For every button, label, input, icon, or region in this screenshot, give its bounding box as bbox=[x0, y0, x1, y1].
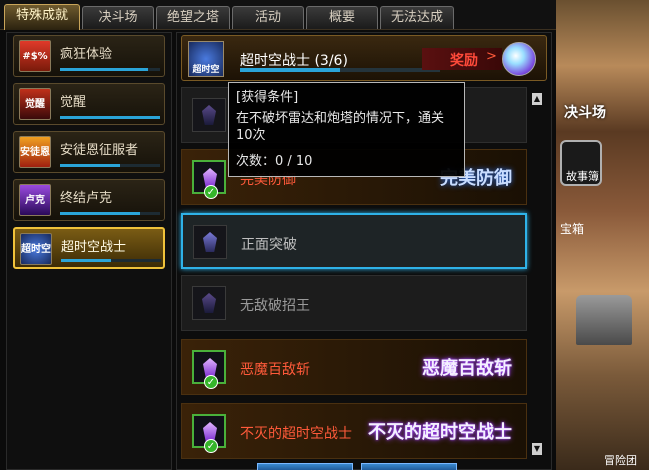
achievement-label: 正面突破 bbox=[241, 237, 297, 253]
tab-overview[interactable]: 概要 bbox=[306, 6, 378, 29]
achievement-group-header: 超时空 超时空战士 (3/6) 奖励 > bbox=[181, 35, 547, 81]
gem-icon bbox=[203, 232, 217, 252]
arena-sign[interactable]: 决斗场 bbox=[564, 102, 606, 122]
category-crazy-experience[interactable]: #$% 疯狂体验 bbox=[13, 35, 165, 77]
category-anton-conqueror[interactable]: 安徒恩 安徒恩征服者 bbox=[13, 131, 165, 173]
awakening-icon: 觉醒 bbox=[19, 88, 51, 120]
tab-events[interactable]: 活动 bbox=[232, 6, 304, 29]
achievement-tab-bar: 特殊成就 决斗场 绝望之塔 活动 概要 无法达成 bbox=[0, 0, 560, 30]
luke-icon: 卢克 bbox=[19, 184, 51, 216]
category-label: 安徒恩征服者 bbox=[60, 143, 139, 158]
achievement-label: 无敌破招王 bbox=[240, 298, 310, 314]
reward-label: 奖励 bbox=[450, 53, 478, 69]
crystal-icon: ✓ bbox=[192, 160, 226, 199]
time-warrior-icon: 超时空 bbox=[188, 41, 224, 77]
scroll-up-button[interactable]: ▲ bbox=[532, 93, 542, 105]
gem-icon bbox=[202, 293, 216, 313]
achievement-row-invincible-counter-king[interactable]: 无敌破招王 bbox=[181, 275, 527, 331]
reward-orb-icon[interactable] bbox=[502, 42, 536, 76]
achievement-row-frontal-breakthrough[interactable]: 正面突破 bbox=[181, 213, 527, 269]
category-label: 终结卢克 bbox=[60, 191, 113, 206]
category-progress-bar bbox=[60, 164, 160, 167]
group-progress-bar bbox=[240, 68, 440, 72]
category-progress-bar bbox=[60, 212, 160, 215]
arrow-right-icon: > bbox=[486, 49, 497, 64]
tooltip-description: 在不破坏雷达和炮塔的情况下，通关10次 bbox=[236, 111, 445, 143]
category-list: #$% 疯狂体验 觉醒 觉醒 安徒恩 安徒恩征服者 卢克 终结卢克 超时空 超时… bbox=[6, 32, 172, 470]
tab-unachievable[interactable]: 无法达成 bbox=[380, 6, 454, 29]
tab-special-achievements[interactable]: 特殊成就 bbox=[4, 4, 80, 30]
treasure-box-label: 宝箱 bbox=[560, 222, 585, 236]
bottom-button-right[interactable] bbox=[361, 463, 457, 470]
tab-tower-of-despair[interactable]: 绝望之塔 bbox=[156, 6, 230, 29]
group-title: 超时空战士 (3/6) bbox=[240, 53, 348, 69]
check-icon: ✓ bbox=[204, 185, 218, 199]
scroll-down-button[interactable]: ▼ bbox=[532, 443, 542, 455]
anton-conqueror-icon: 安徒恩 bbox=[19, 136, 51, 168]
adventure-group-label[interactable]: 冒险团 bbox=[604, 452, 637, 468]
stone-monument bbox=[576, 295, 632, 345]
achievement-art-title: 恶魔百敌斩 bbox=[422, 358, 512, 379]
crystal-icon bbox=[192, 286, 226, 320]
category-label: 超时空战士 bbox=[61, 240, 127, 255]
crystal-icon: ✓ bbox=[192, 414, 226, 453]
gem-icon bbox=[202, 105, 216, 125]
story-book-label: 故事簿 bbox=[566, 170, 599, 183]
category-awakening[interactable]: 觉醒 觉醒 bbox=[13, 83, 165, 125]
tooltip-count: 次数：0 / 10 bbox=[236, 154, 313, 169]
tab-arena[interactable]: 决斗场 bbox=[82, 6, 154, 29]
category-time-warrior[interactable]: 超时空 超时空战士 bbox=[13, 227, 165, 269]
crazy-experience-icon: #$% bbox=[19, 40, 51, 72]
check-icon: ✓ bbox=[204, 375, 218, 389]
game-scene: 决斗场 故事簿 宝箱 冒险团 bbox=[556, 0, 649, 470]
achievement-tooltip: [获得条件] 在不破坏雷达和炮塔的情况下，通关10次 次数：0 / 10 bbox=[228, 82, 465, 177]
time-warrior-icon: 超时空 bbox=[20, 233, 52, 265]
category-progress-bar bbox=[60, 68, 160, 71]
achievement-label: 恶魔百敌斩 bbox=[240, 362, 310, 378]
check-icon: ✓ bbox=[204, 439, 218, 453]
category-label: 觉醒 bbox=[60, 95, 87, 110]
tooltip-title: [获得条件] bbox=[236, 90, 299, 105]
crystal-icon: ✓ bbox=[192, 350, 226, 389]
category-end-luke[interactable]: 卢克 终结卢克 bbox=[13, 179, 165, 221]
category-label: 疯狂体验 bbox=[60, 47, 113, 62]
bottom-button-left[interactable] bbox=[257, 463, 353, 470]
crystal-icon bbox=[192, 98, 226, 132]
category-progress-bar bbox=[61, 259, 161, 262]
achievement-row-immortal-time-warrior[interactable]: ✓ 不灭的超时空战士 不灭的超时空战士 bbox=[181, 403, 527, 459]
achievement-label: 不灭的超时空战士 bbox=[240, 426, 352, 442]
category-progress-bar bbox=[60, 116, 160, 119]
achievement-art-title: 不灭的超时空战士 bbox=[368, 422, 512, 443]
achievement-row-demon-slash[interactable]: ✓ 恶魔百敌斩 恶魔百敌斩 bbox=[181, 339, 527, 395]
crystal-icon bbox=[193, 225, 227, 259]
